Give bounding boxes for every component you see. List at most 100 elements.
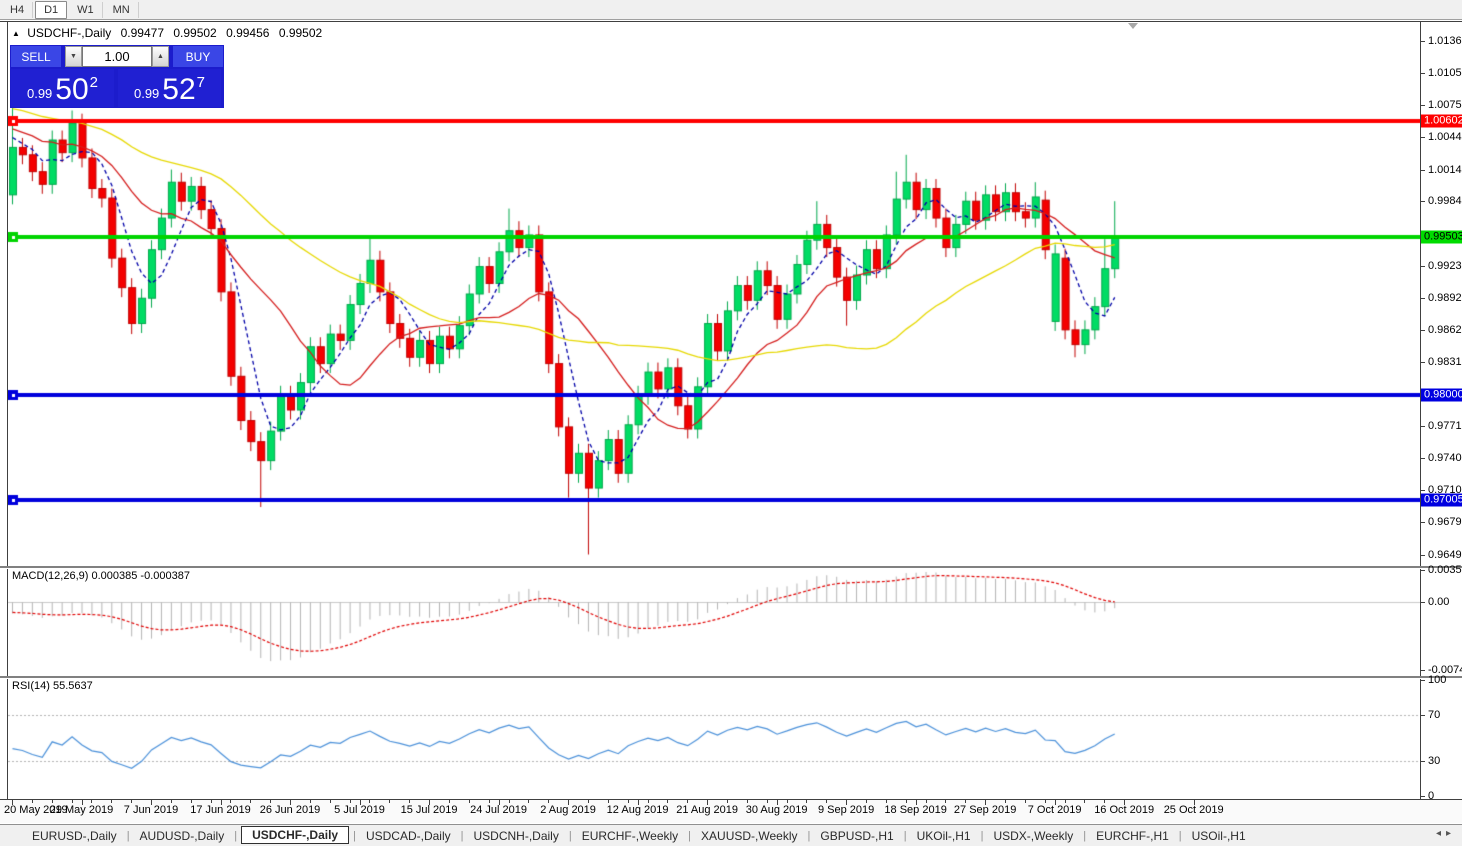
time-tick-label: 7 Jun 2019 <box>124 804 178 816</box>
time-minor-tick <box>151 800 152 803</box>
tab-scroll-left-icon[interactable]: ◂ <box>1436 828 1446 839</box>
time-minor-tick <box>985 800 986 803</box>
up-arrow-icon: ▲ <box>157 53 164 60</box>
time-tick-label: 25 Oct 2019 <box>1164 804 1224 816</box>
time-minor-tick <box>707 800 708 803</box>
buy-price-big: 52 <box>162 76 195 104</box>
axis-tick-mark <box>1420 715 1425 716</box>
time-minor-tick <box>12 800 13 803</box>
ohlc-open: 0.99477 <box>121 26 164 40</box>
chart-tab-usoil-h1[interactable]: USOil-,H1 <box>1186 828 1252 844</box>
timeframe-button-d1[interactable]: D1 <box>35 1 67 19</box>
tab-separator: | <box>1179 830 1182 842</box>
axis-tick-mark <box>1420 266 1425 267</box>
chart-tab-usdchf-daily[interactable]: USDCHF-,Daily <box>241 826 349 844</box>
timeframe-button-w1[interactable]: W1 <box>69 2 103 18</box>
time-minor-tick <box>945 800 946 803</box>
axis-tick-mark <box>1420 298 1425 299</box>
sell-price-box[interactable]: 0.99 50 2 <box>11 69 114 107</box>
axis-tick-mark <box>1420 570 1425 571</box>
chart-tab-audusd-daily[interactable]: AUDUSD-,Daily <box>134 828 231 844</box>
time-minor-tick <box>429 800 430 803</box>
price-tick-label: 1.00140 <box>1428 164 1462 176</box>
time-tick-mark <box>499 800 500 805</box>
tab-separator: | <box>569 830 572 842</box>
time-minor-tick <box>270 800 271 803</box>
chart-tab-gbpusd-h1[interactable]: GBPUSD-,H1 <box>814 828 899 844</box>
time-tick-label: 18 Sep 2019 <box>884 804 946 816</box>
chart-tab-eurchf-h1[interactable]: EURCHF-,H1 <box>1090 828 1175 844</box>
time-tick-label: 15 Jul 2019 <box>401 804 458 816</box>
buy-price-small: 0.99 <box>134 86 159 101</box>
time-minor-tick <box>648 800 649 803</box>
timeframe-button-mn[interactable]: MN <box>105 2 139 18</box>
chart-tab-eurusd-daily[interactable]: EURUSD-,Daily <box>26 828 123 844</box>
chart-tab-eurchf-weekly[interactable]: EURCHF-,Weekly <box>576 828 684 844</box>
sell-price-big: 50 <box>55 76 88 104</box>
time-minor-tick <box>489 800 490 803</box>
tab-separator: | <box>1083 830 1086 842</box>
timeframe-button-h4[interactable]: H4 <box>2 2 33 18</box>
chart-tab-usdcnh-daily[interactable]: USDCNH-,Daily <box>468 828 565 844</box>
time-minor-tick <box>52 800 53 803</box>
time-tick-label: 5 Jul 2019 <box>334 804 385 816</box>
tab-separator: | <box>234 830 237 842</box>
sell-price-sup: 2 <box>90 74 98 91</box>
buy-price-box[interactable]: 0.99 52 7 <box>118 69 221 107</box>
axis-tick-mark <box>1420 137 1425 138</box>
time-minor-tick <box>826 800 827 803</box>
time-tick-mark <box>1055 800 1056 805</box>
sell-button[interactable]: SELL <box>11 46 61 67</box>
time-minor-tick <box>667 800 668 803</box>
time-axis[interactable]: 20 May 201929 May 20197 Jun 201917 Jun 2… <box>0 800 1462 823</box>
buy-button[interactable]: BUY <box>173 46 223 67</box>
time-minor-tick <box>806 800 807 803</box>
price-chart-canvas[interactable] <box>8 22 1420 800</box>
time-minor-tick <box>787 800 788 803</box>
volume-decrease-button[interactable]: ▼ <box>65 46 82 67</box>
time-minor-tick <box>687 800 688 803</box>
rsi-tick-label: 30 <box>1428 755 1440 767</box>
price-tick-label: 1.00445 <box>1428 131 1462 143</box>
rsi-label: RSI(14) 55.5637 <box>12 680 93 692</box>
chart-tab-xauusd-weekly[interactable]: XAUUSD-,Weekly <box>695 828 803 844</box>
macd-pane-separator <box>0 566 1462 569</box>
chart-shift-marker-icon <box>1128 23 1138 29</box>
time-minor-tick <box>846 800 847 803</box>
price-tick-label: 0.98315 <box>1428 356 1462 368</box>
time-minor-tick <box>727 800 728 803</box>
time-minor-tick <box>131 800 132 803</box>
axis-tick-mark <box>1420 490 1425 491</box>
tab-scroll-arrows[interactable]: ◂▸ <box>1436 828 1456 839</box>
axis-tick-mark <box>1420 73 1425 74</box>
time-tick-label: 12 Aug 2019 <box>607 804 669 816</box>
tab-scroll-right-icon[interactable]: ▸ <box>1446 828 1456 839</box>
tab-separator: | <box>461 830 464 842</box>
time-tick-mark <box>777 800 778 805</box>
rsi-tick-label: 70 <box>1428 709 1440 721</box>
axis-tick-mark <box>1420 602 1425 603</box>
time-tick-mark <box>638 800 639 805</box>
time-minor-tick <box>32 800 33 803</box>
time-tick-label: 21 Aug 2019 <box>676 804 738 816</box>
time-tick-label: 29 May 2019 <box>50 804 114 816</box>
chart-tab-usdx-weekly[interactable]: USDX-,Weekly <box>987 828 1079 844</box>
macd-tick-label: 0.00 <box>1428 596 1449 608</box>
axis-tick-mark <box>1420 522 1425 523</box>
tab-separator: | <box>127 830 130 842</box>
chart-left-border <box>7 22 8 800</box>
axis-tick-mark <box>1420 362 1425 363</box>
volume-input[interactable] <box>82 46 152 67</box>
time-minor-tick <box>608 800 609 803</box>
time-minor-tick <box>469 800 470 803</box>
symbol-label: USDCHF-,Daily <box>27 26 111 40</box>
price-tick-label: 0.97710 <box>1428 420 1462 432</box>
time-tick-mark <box>82 800 83 805</box>
chart-tab-usdcad-daily[interactable]: USDCAD-,Daily <box>360 828 457 844</box>
time-tick-label: 26 Jun 2019 <box>260 804 321 816</box>
time-minor-tick <box>1065 800 1066 803</box>
time-minor-tick <box>230 800 231 803</box>
time-tick-mark <box>360 800 361 805</box>
chart-tab-ukoil-h1[interactable]: UKOil-,H1 <box>911 828 977 844</box>
volume-increase-button[interactable]: ▲ <box>152 46 169 67</box>
